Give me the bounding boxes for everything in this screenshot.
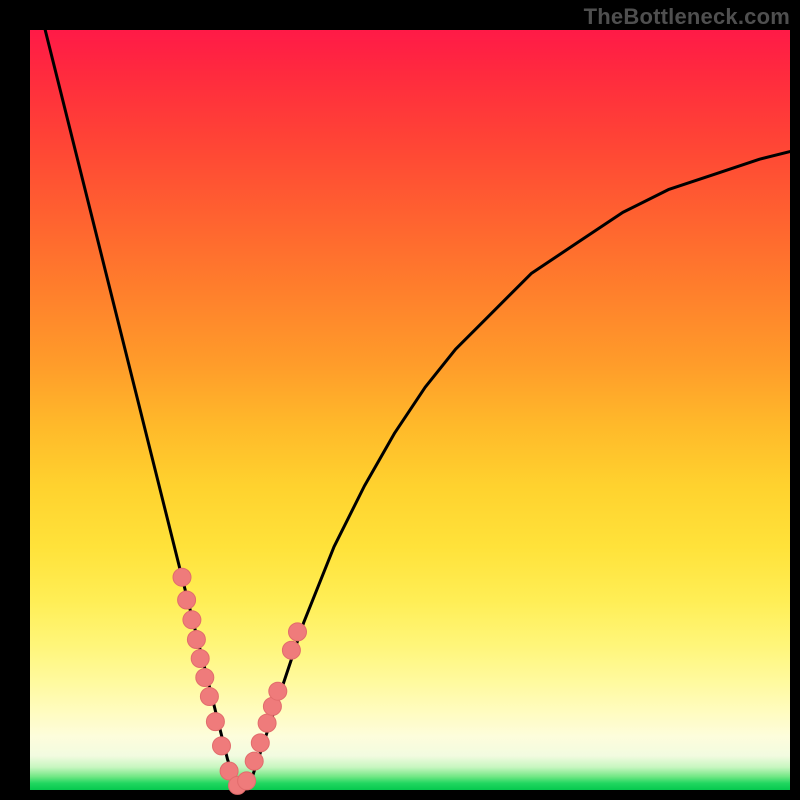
sample-point bbox=[187, 631, 205, 649]
sample-point bbox=[183, 611, 201, 629]
sample-point bbox=[245, 752, 263, 770]
sample-point bbox=[258, 714, 276, 732]
sample-point bbox=[200, 688, 218, 706]
sample-point bbox=[196, 669, 214, 687]
sample-point bbox=[213, 737, 231, 755]
sample-point bbox=[282, 641, 300, 659]
chart-frame: TheBottleneck.com bbox=[0, 0, 800, 800]
sample-point bbox=[206, 713, 224, 731]
sample-point-markers bbox=[173, 568, 307, 794]
sample-point bbox=[178, 591, 196, 609]
watermark-label: TheBottleneck.com bbox=[584, 4, 790, 30]
sample-point bbox=[269, 682, 287, 700]
sample-point bbox=[173, 568, 191, 586]
chart-overlay bbox=[30, 30, 790, 790]
bottleneck-curve bbox=[45, 30, 790, 790]
sample-point bbox=[251, 734, 269, 752]
sample-point bbox=[238, 772, 256, 790]
sample-point bbox=[289, 623, 307, 641]
sample-point bbox=[191, 650, 209, 668]
